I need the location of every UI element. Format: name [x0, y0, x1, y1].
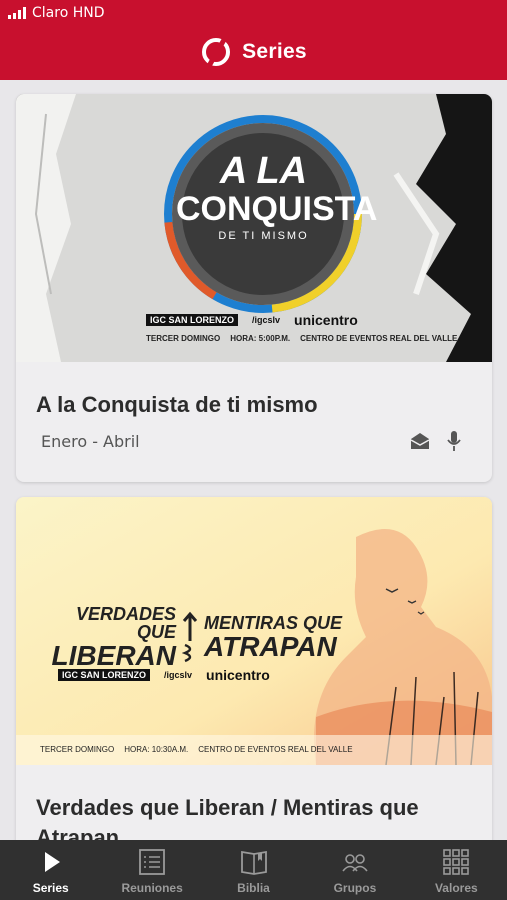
envelope-icon[interactable] [410, 432, 430, 450]
group-icon [342, 854, 368, 872]
banner-headline: VERDADES QUE LIBERAN MENTIRAS QUE ATRAPA… [51, 604, 343, 671]
status-bar: Claro HND [8, 5, 105, 21]
series-banner-image: VERDADES QUE LIBERAN MENTIRAS QUE ATRAPA… [16, 497, 492, 765]
series-card[interactable]: VERDADES QUE LIBERAN MENTIRAS QUE ATRAPA… [16, 497, 492, 840]
signal-icon [8, 7, 26, 19]
banner-info: TERCER DOMINGO HORA: 5:00P.M. CENTRO DE … [146, 334, 458, 343]
arrow-icon [182, 611, 198, 663]
grid-icon [443, 849, 470, 875]
page-title: Series [242, 40, 307, 63]
series-title: Verdades que Liberan / Mentiras que Atra… [36, 795, 419, 840]
tab-series[interactable]: Series [0, 840, 101, 900]
series-title: A la Conquista de ti mismo [36, 392, 318, 417]
series-banner-image: A LA CONQUISTA DE TI MISMO IGC SAN LOREN… [16, 94, 492, 362]
series-feed[interactable]: A LA CONQUISTA DE TI MISMO IGC SAN LOREN… [0, 80, 507, 840]
banner-info: TERCER DOMINGO HORA: 10:30A.M. CENTRO DE… [40, 745, 353, 754]
tab-reuniones[interactable]: Reuniones [101, 840, 202, 900]
tab-grupos[interactable]: Grupos [304, 840, 405, 900]
banner-sponsors: IGC SAN LORENZO /igcslv unicentro [146, 312, 358, 328]
tab-valores[interactable]: Valores [406, 840, 507, 900]
play-icon [44, 852, 60, 872]
carrier-label: Claro HND [32, 5, 105, 21]
header-title-area: Series [0, 36, 507, 68]
bottom-tab-bar: Series Reuniones Biblia Grupos Valores [0, 840, 507, 900]
app-header: Claro HND Series [0, 0, 507, 80]
list-icon [139, 849, 166, 875]
tab-biblia[interactable]: Biblia [203, 840, 304, 900]
app-screen: Claro HND Series A LA CONQUISTA DE TI MI… [0, 0, 507, 900]
card-actions [410, 430, 462, 452]
church-logo-icon [202, 36, 231, 68]
series-card[interactable]: A LA CONQUISTA DE TI MISMO IGC SAN LOREN… [16, 94, 492, 482]
microphone-icon[interactable] [446, 430, 462, 452]
series-date-range: Enero - Abril [41, 432, 140, 451]
book-icon [240, 850, 267, 875]
banner-headline: A LA CONQUISTA DE TI MISMO [176, 150, 378, 242]
banner-sponsors: IGC SAN LORENZO /igcslv unicentro [58, 667, 270, 683]
